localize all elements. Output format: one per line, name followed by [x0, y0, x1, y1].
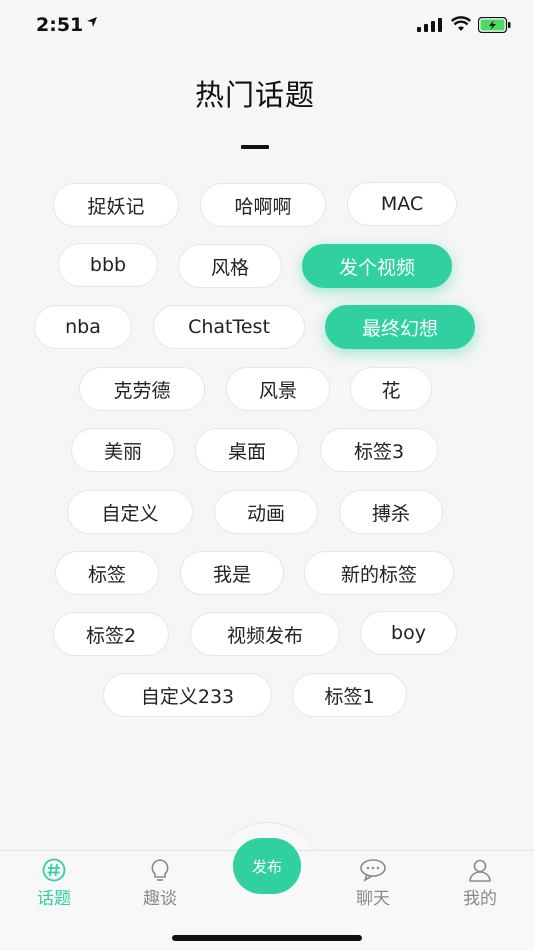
topic-tag[interactable]: 哈啊啊 — [200, 183, 326, 227]
topic-tag[interactable]: 风景 — [226, 367, 330, 411]
chat-bubble-icon — [360, 859, 386, 882]
status-time: 2:51 — [36, 14, 84, 36]
tab-topics-label: 话题 — [37, 889, 71, 909]
topic-tag[interactable]: 克劳德 — [79, 367, 205, 411]
battery-charging-icon — [478, 17, 511, 33]
topic-tag[interactable]: boy — [360, 611, 457, 655]
wifi-icon — [451, 16, 471, 31]
location-arrow-icon — [87, 17, 97, 27]
home-indicator — [172, 935, 362, 941]
topic-tag[interactable]: 视频发布 — [190, 612, 340, 656]
topic-tag[interactable]: 搏杀 — [339, 490, 443, 534]
topic-tag[interactable]: 风格 — [178, 244, 282, 288]
topic-tag[interactable]: 花 — [350, 367, 432, 411]
publish-button[interactable]: 发布 — [233, 838, 301, 894]
topic-tag[interactable]: 标签1 — [292, 673, 407, 717]
title-underline — [241, 145, 269, 149]
topic-tag[interactable]: 美丽 — [71, 428, 175, 472]
tab-talk-label: 趣谈 — [143, 889, 177, 909]
topic-tag[interactable]: ChatTest — [153, 305, 305, 349]
tab-mine-label: 我的 — [463, 889, 497, 909]
topic-tag[interactable]: 桌面 — [195, 428, 299, 472]
topic-tag[interactable]: 自定义 — [67, 490, 193, 534]
topic-tag-active[interactable]: 发个视频 — [302, 244, 452, 288]
hash-icon — [42, 858, 66, 882]
topic-tag[interactable]: nba — [34, 305, 132, 349]
tab-chat-label: 聊天 — [356, 889, 390, 909]
lightbulb-icon — [151, 859, 169, 881]
topic-tag[interactable]: 自定义233 — [103, 673, 272, 717]
cellular-signal-icon — [417, 18, 442, 32]
topic-tag[interactable]: 标签 — [55, 551, 159, 595]
topic-tag[interactable]: 新的标签 — [304, 551, 454, 595]
topic-tag[interactable]: bbb — [58, 243, 158, 287]
page-title: 热门话题 — [194, 78, 315, 112]
topic-tag[interactable]: 动画 — [214, 490, 318, 534]
tab-mine[interactable]: 我的 — [445, 858, 515, 909]
topic-tag[interactable]: 标签3 — [320, 428, 438, 472]
tab-chat[interactable]: 聊天 — [338, 858, 408, 909]
topic-tag[interactable]: 我是 — [180, 551, 284, 595]
tab-topics[interactable]: 话题 — [19, 858, 89, 909]
tab-talk[interactable]: 趣谈 — [125, 858, 195, 909]
topic-tag[interactable]: MAC — [347, 182, 457, 226]
status-bar: 2:51 — [0, 0, 534, 56]
topic-tag[interactable]: 标签2 — [53, 612, 169, 656]
topic-tag-active[interactable]: 最终幻想 — [325, 305, 475, 349]
topic-tag[interactable]: 捉妖记 — [53, 183, 179, 227]
user-icon — [469, 859, 491, 882]
